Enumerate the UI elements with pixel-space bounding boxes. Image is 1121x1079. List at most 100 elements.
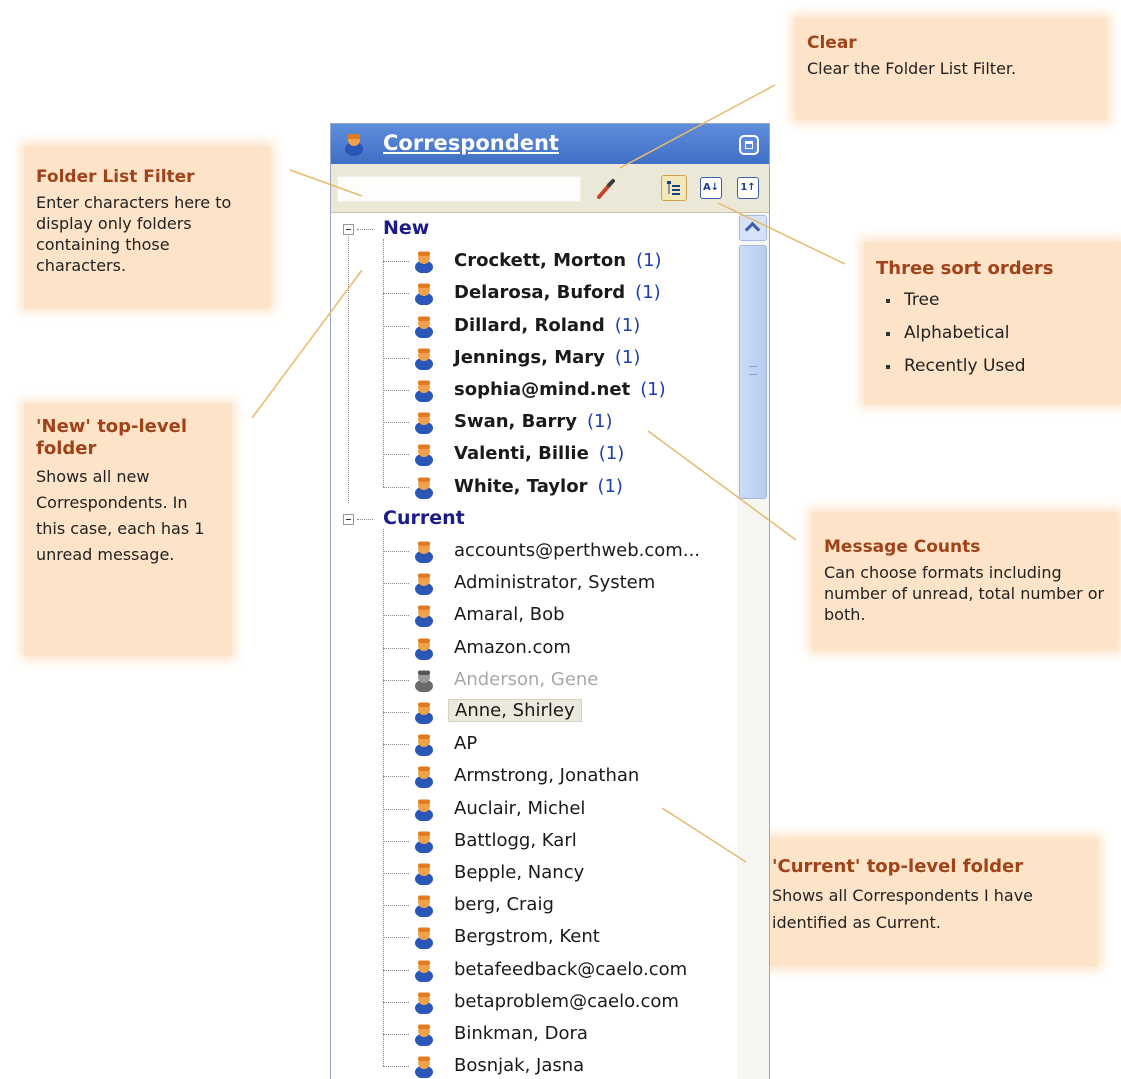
tree-item[interactable]: Amazon.com: [331, 632, 731, 664]
correspondent-name: Anne, Shirley: [448, 699, 582, 722]
person-icon: [415, 638, 433, 660]
unread-count: (1): [587, 411, 613, 433]
unread-count: (1): [598, 443, 625, 465]
correspondent-label: Dillard, Roland: [454, 314, 605, 336]
tree-item[interactable]: Bosnjak, Jasna: [331, 1050, 731, 1079]
sort-order-list: Tree Alphabetical Recently Used: [876, 284, 1110, 383]
unread-count: (1): [614, 314, 641, 336]
correspondent-name: Armstrong, Jonathan: [454, 765, 639, 786]
person-icon: [415, 702, 433, 724]
unread-count: (1): [597, 475, 623, 497]
tree-item[interactable]: Valenti, Billie (1): [331, 438, 731, 470]
sort-recently-used-button[interactable]: 1↑: [737, 177, 759, 199]
correspondent-label: White, Taylor: [454, 475, 588, 497]
tree-connector: [383, 239, 384, 487]
tree-item[interactable]: Jennings, Mary (1): [331, 342, 731, 374]
clear-filter-icon[interactable]: [595, 178, 617, 200]
correspondent-name: Crockett, Morton (1): [454, 250, 662, 271]
correspondent-name: Amazon.com: [454, 637, 571, 658]
correspondent-label: Battlogg, Karl: [454, 829, 577, 851]
person-icon: [415, 251, 433, 274]
tree-item[interactable]: AP: [331, 728, 731, 760]
collapse-toggle[interactable]: [343, 224, 354, 235]
tree-connector: [383, 583, 409, 585]
collapse-toggle[interactable]: [343, 513, 354, 525]
correspondent-name: Delarosa, Buford (1): [454, 282, 661, 303]
correspondent-label: Auclair, Michel: [454, 797, 586, 819]
correspondent-name: sophia@mind.net (1): [454, 379, 666, 400]
tree-connector: [383, 840, 409, 842]
tree-connector: [383, 261, 409, 263]
correspondent-name: betafeedback@caelo.com: [454, 959, 687, 980]
tree-item[interactable]: Armstrong, Jonathan: [331, 760, 731, 792]
folder-row-new[interactable]: New: [331, 213, 731, 245]
tree-item[interactable]: Bergstrom, Kent: [331, 921, 731, 953]
tree-item[interactable]: sophia@mind.net (1): [331, 374, 731, 406]
correspondent-label: Delarosa, Buford: [454, 282, 626, 304]
unread-count: (1): [636, 250, 662, 272]
correspondent-label: Swan, Barry: [454, 411, 578, 433]
tree-item[interactable]: Auclair, Michel: [331, 793, 731, 825]
tree-connector: [383, 712, 409, 713]
callout-title: 'New' top-level folder: [36, 416, 188, 459]
sort-alphabetical-button[interactable]: A↓: [700, 177, 722, 199]
person-icon: [415, 348, 433, 370]
tree-item[interactable]: berg, Craig: [331, 889, 731, 921]
scroll-up-button[interactable]: [739, 215, 767, 241]
tree-item[interactable]: Dillard, Roland (1): [331, 310, 731, 342]
tree-connector: [357, 518, 373, 520]
correspondent-name: Dillard, Roland (1): [454, 315, 640, 336]
correspondent-label: Amaral, Bob: [454, 604, 565, 626]
callout-title: Clear: [807, 33, 857, 53]
correspondent-label: Armstrong, Jonathan: [454, 765, 640, 787]
tree-item[interactable]: betaproblem@caelo.com: [331, 986, 731, 1018]
callout-new-folder: 'New' top-level folder Shows all new Cor…: [24, 404, 232, 656]
callout-message-counts: Message Counts Can choose formats includ…: [812, 512, 1118, 650]
person-icon: [415, 766, 433, 789]
tree-connector: [357, 229, 373, 230]
tree-item[interactable]: Administrator, System: [331, 567, 731, 599]
scroll-thumb[interactable]: [739, 245, 767, 499]
folder-label: New: [383, 217, 430, 239]
tree-item[interactable]: Battlogg, Karl: [331, 825, 731, 857]
correspondent-name: Jennings, Mary (1): [454, 347, 640, 368]
person-icon: [415, 1056, 433, 1079]
tree-item[interactable]: Delarosa, Buford (1): [331, 277, 731, 309]
tree-item[interactable]: Anderson, Gene: [331, 664, 731, 696]
folder-row-current[interactable]: Current: [331, 503, 731, 535]
tree-sort-icon: [667, 181, 680, 195]
correspondent-name: AP: [454, 733, 477, 754]
person-icon: [415, 927, 433, 950]
correspondent-label: Bosnjak, Jasna: [454, 1055, 585, 1077]
callout-title: Folder List Filter: [36, 167, 195, 187]
folder-list-filter-input[interactable]: [337, 176, 581, 202]
sort-order-tree: Tree: [876, 284, 1110, 317]
tree-item[interactable]: Crockett, Morton (1): [331, 245, 731, 277]
correspondent-label: Anderson, Gene: [454, 668, 599, 690]
correspondent-label: betaproblem@caelo.com: [454, 990, 679, 1012]
tree-connector: [383, 1034, 409, 1035]
tree-item[interactable]: Swan, Barry (1): [331, 406, 731, 438]
tree-connector: [383, 390, 409, 391]
restore-button[interactable]: [739, 135, 759, 155]
callout-title: Message Counts: [824, 537, 981, 557]
unread-count: (1): [614, 346, 641, 368]
callout-body: Shows all new Correspondents. In this ca…: [36, 467, 205, 564]
tree-item[interactable]: betafeedback@caelo.com: [331, 954, 731, 986]
person-icon: [415, 863, 433, 885]
sort-tree-button[interactable]: [661, 175, 687, 201]
correspondent-name: Amaral, Bob: [454, 604, 565, 625]
person-icon: [415, 895, 433, 918]
tree-item[interactable]: accounts@perthweb.com...: [331, 535, 731, 567]
correspondent-label: Binkman, Dora: [454, 1023, 588, 1044]
tree-scrollbar[interactable]: [737, 213, 769, 1079]
tree-item[interactable]: Amaral, Bob: [331, 599, 731, 631]
tree-item[interactable]: White, Taylor (1): [331, 471, 731, 503]
callout-body: Shows all Correspondents I have identifi…: [772, 886, 1034, 932]
tree-item[interactable]: Anne, Shirley: [331, 696, 731, 728]
tree-connector: [383, 325, 409, 327]
tree-item[interactable]: Binkman, Dora: [331, 1018, 731, 1050]
tree-item[interactable]: Bepple, Nancy: [331, 857, 731, 889]
person-icon: [415, 412, 433, 435]
correspondent-label: Administrator, System: [454, 572, 656, 594]
